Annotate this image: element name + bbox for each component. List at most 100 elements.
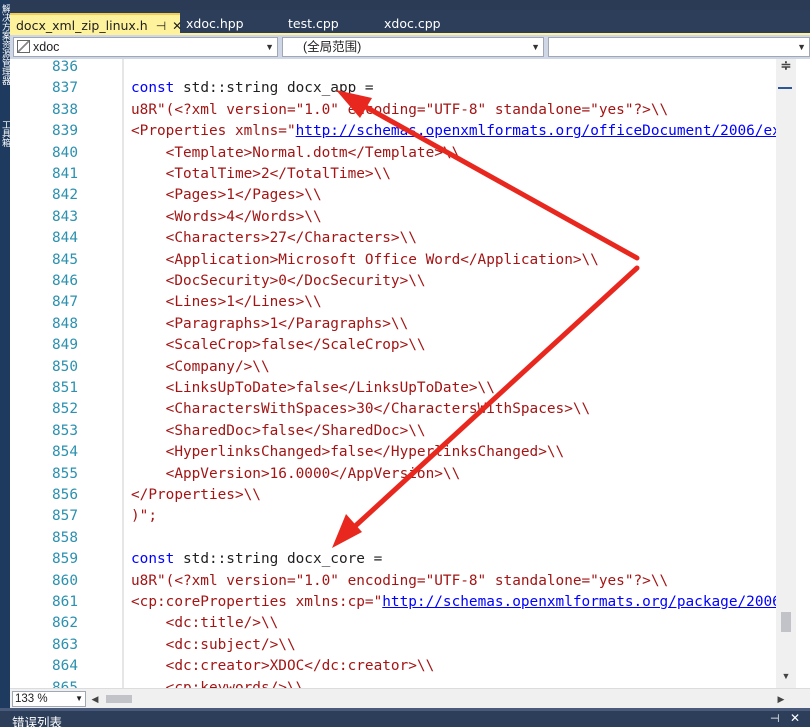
line-number: 850 [36,357,78,378]
code-keyword: const [131,551,174,567]
code-line[interactable]: 841 <TotalTime>2</TotalTime>\\ [10,164,810,185]
scroll-down-icon[interactable]: ▼ [778,671,794,687]
scope-dropdown[interactable]: (全局范围) ▼ [282,37,544,57]
vertical-scroll-thumb[interactable] [781,612,791,632]
code-token: <LinksUpToDate>false</LinksUpToDate>\\ [131,380,495,396]
code-text[interactable]: <dc:title/>\\ [131,613,278,634]
tab-xdoc-hpp[interactable]: xdoc.hpp [180,13,280,35]
code-text[interactable]: <Paragraphs>1</Paragraphs>\\ [131,314,408,335]
code-line[interactable]: 858 [10,528,810,549]
code-token: <HyperlinksChanged>false</HyperlinksChan… [131,444,564,460]
code-line[interactable]: 838u8R"(<?xml version="1.0" encoding="UT… [10,100,810,121]
code-text[interactable]: <dc:creator>XDOC</dc:creator>\\ [131,656,434,677]
zoom-value: 133 % [15,693,48,705]
code-line[interactable]: 857)"; [10,506,810,527]
line-number: 862 [36,613,78,634]
code-hyperlink[interactable]: http://schemas.openxmlformats.org/office… [296,123,781,139]
code-text[interactable]: <Application>Microsoft Office Word</Appl… [131,250,599,271]
toolbox-side-tab[interactable]: 工具箱 [0,120,10,160]
code-text[interactable]: <LinksUpToDate>false</LinksUpToDate>\\ [131,378,495,399]
title-strip [10,0,810,10]
code-line[interactable]: 851 <LinksUpToDate>false</LinksUpToDate>… [10,378,810,399]
code-line[interactable]: 839<Properties xmlns="http://schemas.ope… [10,121,810,142]
code-line[interactable]: 861<cp:coreProperties xmlns:cp="http://s… [10,592,810,613]
line-number: 842 [36,185,78,206]
code-text[interactable]: <cp:coreProperties xmlns:cp="http://sche… [131,592,781,613]
code-text[interactable]: )"; [131,506,157,527]
code-text[interactable]: <cp:keywords/>\\ [131,678,304,688]
code-line[interactable]: 854 <HyperlinksChanged>false</Hyperlinks… [10,442,810,463]
tab-docx-xml-zip-linux-h[interactable]: docx_xml_zip_linux.h⊣✕ [10,13,180,35]
zoom-dropdown[interactable]: 133 % ▼ [12,691,86,707]
code-line[interactable]: 837const std::string docx_app = [10,78,810,99]
chevron-down-icon: ▼ [265,38,274,56]
tab-label: docx_xml_zip_linux.h [16,18,148,33]
pin-icon[interactable]: ⊣ [770,712,780,725]
code-line[interactable]: 864 <dc:creator>XDOC</dc:creator>\\ [10,656,810,677]
close-icon[interactable]: ✕ [790,711,800,725]
code-text[interactable]: <Characters>27</Characters>\\ [131,228,417,249]
code-line[interactable]: 848 <Paragraphs>1</Paragraphs>\\ [10,314,810,335]
code-line[interactable]: 845 <Application>Microsoft Office Word</… [10,250,810,271]
code-text[interactable]: const std::string docx_app = [131,78,374,99]
code-line[interactable]: 852 <CharactersWithSpaces>30</Characters… [10,399,810,420]
code-text[interactable]: <HyperlinksChanged>false</HyperlinksChan… [131,442,564,463]
code-text[interactable]: </Properties>\\ [131,485,261,506]
code-text[interactable]: <AppVersion>16.0000</AppVersion>\\ [131,464,460,485]
horizontal-scrollbar[interactable]: ◀ ▶ [88,691,788,707]
code-line[interactable]: 862 <dc:title/>\\ [10,613,810,634]
code-token: <Words>4</Words>\\ [131,209,322,225]
code-text[interactable]: <Pages>1</Pages>\\ [131,185,322,206]
code-token: <Lines>1</Lines>\\ [131,294,322,310]
code-line[interactable]: 846 <DocSecurity>0</DocSecurity>\\ [10,271,810,292]
code-hyperlink[interactable]: http://schemas.openxmlformats.org/packag… [382,594,781,610]
code-text[interactable]: <Template>Normal.dotm</Template>\\ [131,143,460,164]
code-text[interactable]: u8R"(<?xml version="1.0" encoding="UTF-8… [131,100,668,121]
code-text[interactable]: <Properties xmlns="http://schemas.openxm… [131,121,781,142]
code-text[interactable]: <Company/>\\ [131,357,270,378]
code-line[interactable]: 856</Properties>\\ [10,485,810,506]
line-number: 847 [36,292,78,313]
code-line[interactable]: 863 <dc:subject/>\\ [10,635,810,656]
code-line[interactable]: 853 <SharedDoc>false</SharedDoc>\\ [10,421,810,442]
code-text[interactable]: <dc:subject/>\\ [131,635,296,656]
code-text[interactable]: <ScaleCrop>false</ScaleCrop>\\ [131,335,426,356]
code-token: std::string docx_core = [174,551,382,567]
tab-test-cpp[interactable]: test.cpp [282,13,378,35]
code-text[interactable]: const std::string docx_core = [131,549,382,570]
split-editor-icon[interactable]: ≑ [778,59,794,75]
code-text[interactable]: <Words>4</Words>\\ [131,207,322,228]
code-line[interactable]: 844 <Characters>27</Characters>\\ [10,228,810,249]
solution-explorer-side-tab[interactable]: 解决方案资源管理器 [0,4,10,114]
code-line[interactable]: 860u8R"(<?xml version="1.0" encoding="UT… [10,571,810,592]
code-line[interactable]: 840 <Template>Normal.dotm</Template>\\ [10,143,810,164]
code-text[interactable]: u8R"(<?xml version="1.0" encoding="UTF-8… [131,571,668,592]
scroll-left-icon[interactable]: ◀ [88,691,102,707]
code-text[interactable]: <TotalTime>2</TotalTime>\\ [131,164,391,185]
code-line[interactable]: 842 <Pages>1</Pages>\\ [10,185,810,206]
scroll-right-icon[interactable]: ▶ [774,691,788,707]
code-line[interactable]: 850 <Company/>\\ [10,357,810,378]
line-number: 844 [36,228,78,249]
tab-xdoc-cpp[interactable]: xdoc.cpp [378,13,478,35]
code-line[interactable]: 836 [10,59,810,78]
code-text[interactable]: <DocSecurity>0</DocSecurity>\\ [131,271,426,292]
code-line[interactable]: 855 <AppVersion>16.0000</AppVersion>\\ [10,464,810,485]
error-list-title: 错误列表 [12,712,62,727]
code-line[interactable]: 865 <cp:keywords/>\\ [10,678,810,688]
member-dropdown[interactable]: ▼ [548,37,810,57]
code-text[interactable]: <SharedDoc>false</SharedDoc>\\ [131,421,426,442]
code-line[interactable]: 849 <ScaleCrop>false</ScaleCrop>\\ [10,335,810,356]
code-editor[interactable]: 836837const std::string docx_app =838u8R… [10,59,810,688]
code-keyword: const [131,80,174,96]
vertical-scrollbar[interactable]: ≑ ▼ [776,59,796,688]
code-text[interactable]: <CharactersWithSpaces>30</CharactersWith… [131,399,590,420]
tab-label: xdoc.hpp [186,16,244,31]
horizontal-scroll-thumb[interactable] [106,695,132,703]
project-dropdown[interactable]: xdoc ▼ [13,37,278,57]
code-line[interactable]: 843 <Words>4</Words>\\ [10,207,810,228]
code-text[interactable]: <Lines>1</Lines>\\ [131,292,322,313]
code-line[interactable]: 859const std::string docx_core = [10,549,810,570]
code-line[interactable]: 847 <Lines>1</Lines>\\ [10,292,810,313]
error-list-panel[interactable]: 错误列表 ⊣ ✕ [0,708,810,727]
